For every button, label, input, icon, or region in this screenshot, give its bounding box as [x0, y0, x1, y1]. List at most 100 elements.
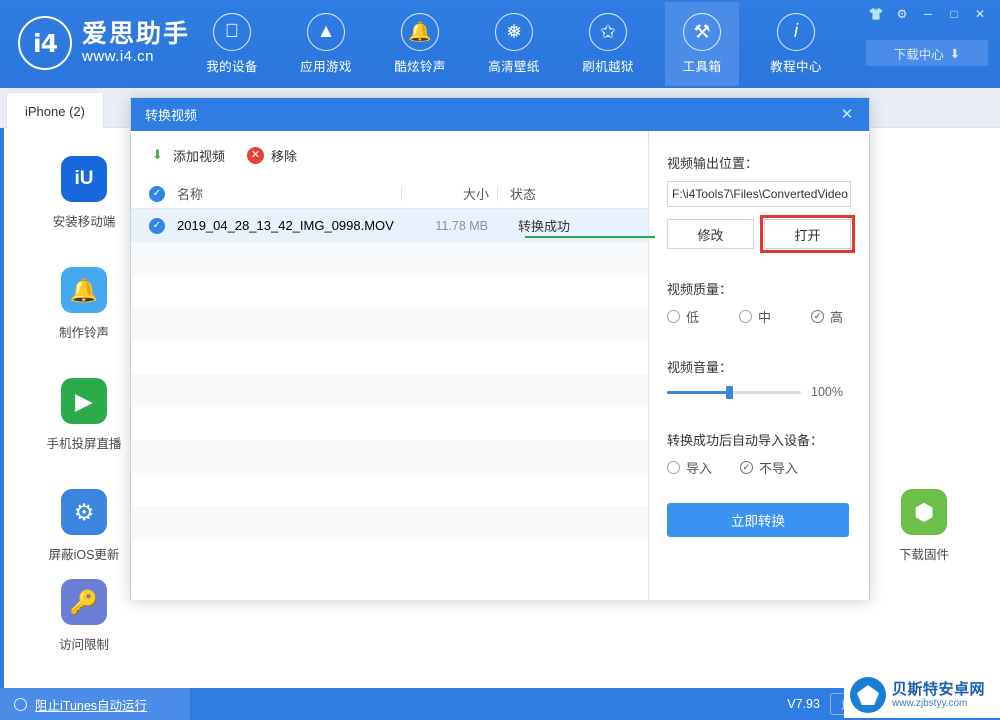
nav-label: 我的设备 [206, 60, 258, 74]
output-location-label: 视频输出位置： [667, 156, 759, 171]
gear-icon[interactable]: ⚙ [890, 4, 914, 24]
tab-iphone[interactable]: iPhone (2) [6, 92, 104, 129]
quality-label: 中 [758, 310, 772, 325]
tool-make-ringtone[interactable]: 🔔 制作铃声 [28, 267, 140, 341]
output-path-input[interactable]: F:\i4Tools7\Files\ConvertedVideo [667, 181, 851, 207]
table-row[interactable] [131, 275, 648, 308]
auto-import-radio-group: 导入 ✓ 不导入 [667, 458, 851, 477]
modify-path-button[interactable]: 修改 [667, 219, 754, 249]
slider-knob[interactable] [725, 385, 733, 399]
quality-option-high[interactable]: ✓ 高 [811, 307, 843, 326]
install-mobile-icon: iU [61, 156, 107, 202]
add-video-button[interactable]: ⬇ 添加视频 [149, 146, 225, 165]
slider-track[interactable] [667, 385, 801, 399]
convert-now-button[interactable]: 立即转换 [667, 503, 849, 537]
radio-icon [739, 310, 753, 323]
open-folder-button[interactable]: 打开 [760, 215, 855, 253]
file-status: 转换成功 [518, 219, 571, 234]
nav-item-wallpapers[interactable]: ❅ 高清壁纸 [477, 2, 551, 86]
dialog-body: ⬇ 添加视频 ✕ 移除 ✓ 名称 大小 状态 ✓ 2019_04_28_13_4… [131, 131, 869, 600]
nav-item-ringtones[interactable]: 🔔 酷炫铃声 [383, 2, 457, 86]
nav-item-tutorials[interactable]: i 教程中心 [759, 2, 833, 86]
tools-icon: ⚒ [683, 13, 721, 51]
file-list-panel: ⬇ 添加视频 ✕ 移除 ✓ 名称 大小 状态 ✓ 2019_04_28_13_4… [131, 131, 655, 600]
remove-label: 移除 [271, 148, 298, 164]
quality-radio-group: 低 中 ✓ 高 [667, 307, 851, 326]
row-name-cell: ✓ 2019_04_28_13_42_IMG_0998.MOV [131, 217, 401, 234]
auto-import-option-label: 导入 [686, 461, 713, 476]
select-all-checkbox[interactable]: ✓ [149, 185, 165, 202]
table-row[interactable] [131, 506, 648, 539]
add-video-icon: ⬇ [152, 147, 163, 162]
video-volume-label: 视频音量： [667, 360, 733, 375]
radio-icon [667, 461, 680, 474]
file-name: 2019_04_28_13_42_IMG_0998.MOV [177, 218, 394, 233]
auto-import-option-no[interactable]: ✓ 不导入 [740, 458, 798, 477]
brand-url: www.i4.cn [82, 48, 155, 66]
table-row[interactable] [131, 341, 648, 374]
bell-icon: 🔔 [401, 13, 439, 51]
remove-button[interactable]: ✕ 移除 [247, 146, 297, 165]
tool-download-firmware[interactable]: ⬢ 下载固件 [868, 489, 980, 563]
row-checkbox[interactable]: ✓ [149, 217, 165, 234]
download-center-label: 下载中心 [893, 47, 944, 62]
top-navigation-bar: i4 爱思助手 www.i4.cn  我的设备 ▲ 应用游戏 🔔 酷炫铃声 ❅… [0, 0, 1000, 88]
quality-label: 低 [686, 310, 700, 325]
dialog-title: 转换视频 [145, 108, 198, 123]
quality-option-low[interactable]: 低 [667, 307, 699, 326]
nav-item-toolbox[interactable]: ⚒ 工具箱 [665, 2, 739, 86]
minimize-icon[interactable]: ─ [916, 4, 940, 24]
auto-import-option-label: 不导入 [759, 461, 799, 476]
nav-item-my-device[interactable]:  我的设备 [195, 2, 269, 86]
brand-name: 爱思助手 [82, 19, 191, 48]
auto-import-option-yes[interactable]: 导入 [667, 458, 712, 477]
radio-selected-icon: ✓ [811, 310, 825, 323]
tool-label: 下载固件 [898, 548, 949, 562]
volume-slider[interactable]: 100% [667, 385, 851, 399]
maximize-icon[interactable]: □ [942, 4, 966, 24]
volume-value: 100% [811, 385, 843, 399]
table-row[interactable] [131, 407, 648, 440]
convert-video-dialog: 转换视频 ✕ ⬇ 添加视频 ✕ 移除 ✓ 名称 大小 状态 ✓ 2019_04_… [130, 97, 870, 600]
column-status: 状态 [510, 187, 537, 202]
tool-install-mobile[interactable]: iU 安装移动端 [28, 156, 140, 230]
tool-block-ios-update[interactable]: ⚙ 屏蔽iOS更新 [28, 489, 140, 563]
progress-bar [525, 236, 655, 238]
column-name: ✓ 名称 [131, 184, 401, 203]
brand-text: 爱思助手 www.i4.cn [82, 19, 191, 66]
skin-icon[interactable]: 👕 [864, 4, 888, 24]
itunes-toggle[interactable]: 阻止iTunes自动运行 [0, 688, 190, 720]
appstore-icon: ▲ [307, 13, 345, 51]
file-toolbar: ⬇ 添加视频 ✕ 移除 [131, 131, 648, 179]
tool-label: 制作铃声 [58, 326, 109, 340]
table-row[interactable] [131, 473, 648, 506]
tool-label: 安装移动端 [52, 215, 116, 229]
close-icon[interactable]: ✕ [833, 101, 861, 127]
table-row[interactable] [131, 539, 648, 572]
auto-import-label: 转换成功后自动导入设备： [667, 433, 824, 448]
nav-label: 教程中心 [770, 60, 822, 74]
nav-label: 应用游戏 [300, 60, 352, 74]
table-row[interactable] [131, 374, 648, 407]
nav-item-flash-jailbreak[interactable]: ✩ 刷机越狱 [571, 2, 645, 86]
table-row[interactable] [131, 242, 648, 275]
table-row[interactable] [131, 308, 648, 341]
close-icon[interactable]: ✕ [968, 4, 992, 24]
i4-logo-icon: i4 [18, 16, 72, 70]
tool-label: 手机投屏直播 [46, 437, 122, 451]
watermark: 贝斯特安卓网 www.zjbstyy.com [844, 672, 1000, 718]
table-row[interactable]: ✓ 2019_04_28_13_42_IMG_0998.MOV 11.78 MB… [131, 209, 655, 242]
nav-item-apps-games[interactable]: ▲ 应用游戏 [289, 2, 363, 86]
shell-shape-icon [857, 685, 879, 705]
tool-screen-mirroring[interactable]: ▶ 手机投屏直播 [28, 378, 140, 452]
add-video-label: 添加视频 [173, 148, 226, 164]
download-center-button[interactable]: 下载中心 ⬇ [866, 40, 988, 66]
tool-access-restriction[interactable]: 🔑 访问限制 [28, 579, 140, 653]
gear-check-icon: ⚙ [61, 489, 107, 535]
column-size: 大小 [462, 187, 489, 202]
quality-option-medium[interactable]: 中 [739, 307, 771, 326]
version-label: V7.93 [787, 697, 820, 711]
nav-label: 工具箱 [682, 60, 722, 74]
table-row[interactable] [131, 440, 648, 473]
bell-icon: 🔔 [61, 267, 107, 313]
